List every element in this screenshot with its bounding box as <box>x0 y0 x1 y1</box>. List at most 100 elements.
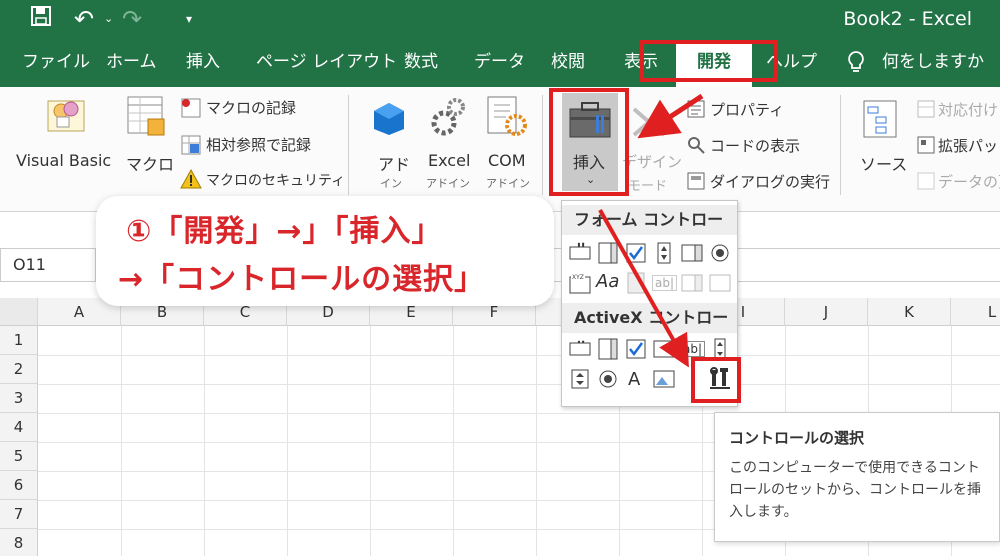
gridline <box>38 355 1000 356</box>
row-header[interactable]: 3 <box>0 384 38 413</box>
instruction-line-1: ①「開発」→」「挿入」 <box>126 214 443 249</box>
refresh-data-icon <box>917 172 935 190</box>
macros-button[interactable]: マクロ <box>126 151 174 175</box>
gridline <box>38 384 1000 385</box>
save-icon[interactable] <box>30 5 52 27</box>
group-box-control-icon[interactable]: XYZ <box>568 271 592 295</box>
select-all-corner[interactable] <box>0 298 38 326</box>
activex-label-icon[interactable]: A <box>628 369 640 390</box>
column-header[interactable]: L <box>951 298 1000 326</box>
com-add-ins-button[interactable]: COM <box>488 151 526 170</box>
redo-icon[interactable]: ↷ <box>122 4 142 34</box>
record-macro-button[interactable]: マクロの記録 <box>206 97 296 118</box>
row-header[interactable]: 7 <box>0 500 38 529</box>
macro-security-button[interactable]: マクロのセキュリティ <box>206 170 345 190</box>
com-add-ins-icon <box>487 96 527 136</box>
column-header[interactable]: K <box>868 298 951 326</box>
design-mode-label-2: モード <box>628 179 668 194</box>
column-header[interactable]: J <box>785 298 868 326</box>
properties-icon <box>687 100 705 118</box>
combo-list-edit-control-icon[interactable] <box>680 271 704 295</box>
tell-me-search[interactable]: 何をしますか <box>882 40 984 87</box>
instruction-callout: ①「開発」→」「挿入」 →「コントロールの選択」 <box>96 196 554 306</box>
row-header[interactable]: 1 <box>0 326 38 355</box>
gridline <box>204 326 205 556</box>
visual-basic-button[interactable]: Visual Basic <box>16 151 111 170</box>
add-ins-button[interactable]: アド <box>378 151 410 175</box>
row-header[interactable]: 5 <box>0 442 38 471</box>
checkbox-control-icon[interactable] <box>624 241 648 265</box>
text-field-control-icon[interactable]: ab| <box>652 275 678 291</box>
gridline <box>121 326 122 556</box>
undo-icon[interactable]: ↶ <box>74 4 94 34</box>
form-controls-heading: フォーム コントロール <box>562 205 737 259</box>
ribbon-developer: Visual Basic マクロ マクロの記録 相対参照で記録 マクロのセキュリ… <box>0 87 1000 212</box>
run-dialog-icon <box>687 172 705 190</box>
expansion-packs-button[interactable]: 拡張パッ <box>938 135 998 156</box>
scroll-bar-control-icon[interactable] <box>624 271 648 295</box>
activex-option-button-icon[interactable] <box>596 367 620 391</box>
excel-add-ins-button[interactable]: Excel <box>428 151 470 170</box>
activex-combo-box-icon[interactable] <box>596 337 620 361</box>
activex-controls-heading: ActiveX コントロール <box>562 303 737 357</box>
svg-text:XYZ: XYZ <box>572 274 584 281</box>
tab-formulas[interactable]: 数式 <box>404 40 438 87</box>
tab-page-layout[interactable]: ページ レイアウト <box>256 40 397 87</box>
activex-spin-button-icon[interactable] <box>568 367 592 391</box>
map-properties-icon <box>917 100 935 118</box>
design-mode-icon <box>632 107 666 137</box>
undo-dropdown-icon[interactable]: ⌄ <box>104 4 113 34</box>
title-bar: ↶ ⌄ ↷ ▾ Book2 - Excel <box>0 0 1000 40</box>
tooltip-body: このコンピューターで使用できるコントロールのセットから、コントロールを挿入します… <box>729 460 981 520</box>
activex-image-icon[interactable] <box>652 367 676 391</box>
gridline <box>287 326 288 556</box>
activex-text-box-icon[interactable]: ab| <box>680 341 706 357</box>
tab-review[interactable]: 校閲 <box>551 40 585 87</box>
gridline <box>536 326 537 556</box>
record-macro-icon <box>181 98 201 118</box>
activex-checkbox-icon[interactable] <box>624 337 648 361</box>
xml-source-icon <box>863 100 897 138</box>
tab-data[interactable]: データ <box>474 40 525 87</box>
gridline <box>370 326 371 556</box>
row-header[interactable]: 8 <box>0 529 38 556</box>
lightbulb-icon <box>848 51 864 72</box>
activex-list-box-icon[interactable] <box>652 337 676 361</box>
more-controls-highlight <box>691 357 741 403</box>
combo-dropdown-edit-control-icon[interactable] <box>708 271 732 295</box>
ribbon-tabs: ファイル ホーム 挿入 ページ レイアウト 数式 データ 校閲 表示 開発 ヘル… <box>0 40 1000 87</box>
combo-box-control-icon[interactable] <box>596 241 620 265</box>
spin-button-control-icon[interactable] <box>652 241 676 265</box>
row-header[interactable]: 6 <box>0 471 38 500</box>
design-mode-button[interactable]: デザイン <box>622 151 682 172</box>
relative-reference-button[interactable]: 相対参照で記録 <box>206 134 311 155</box>
customize-toolbar-icon[interactable]: ▾ <box>186 4 192 34</box>
tab-home[interactable]: ホーム <box>106 40 157 87</box>
view-code-button[interactable]: コードの表示 <box>710 135 800 156</box>
refresh-data-button[interactable]: データの更 <box>938 171 1000 192</box>
tab-file[interactable]: ファイル <box>22 40 90 87</box>
window-title: Book2 - Excel <box>843 8 972 30</box>
run-dialog-button[interactable]: ダイアログの実行 <box>710 171 830 192</box>
row-header[interactable]: 4 <box>0 413 38 442</box>
properties-button[interactable]: プロパティ <box>710 99 784 120</box>
insert-button-highlight <box>549 88 629 196</box>
label-control-icon[interactable]: Aa <box>596 271 619 292</box>
row-header[interactable]: 2 <box>0 355 38 384</box>
developer-tab-highlight <box>640 40 778 82</box>
tab-insert[interactable]: 挿入 <box>186 40 220 87</box>
gridline <box>453 326 454 556</box>
view-code-icon <box>688 137 705 154</box>
map-properties-button[interactable]: 対応付け <box>938 99 998 120</box>
add-ins-label-2: イン <box>380 177 402 190</box>
warning-icon <box>180 169 202 189</box>
option-button-control-icon[interactable] <box>708 241 732 265</box>
button-control-icon[interactable] <box>568 241 592 265</box>
list-box-control-icon[interactable] <box>680 241 704 265</box>
xml-source-button[interactable]: ソース <box>860 151 907 175</box>
command-button-icon[interactable] <box>568 337 592 361</box>
expansion-packs-icon <box>917 136 935 154</box>
name-box[interactable]: O11 <box>0 248 96 282</box>
tooltip-title: コントロールの選択 <box>729 429 865 447</box>
excel-add-ins-icon <box>431 98 465 136</box>
